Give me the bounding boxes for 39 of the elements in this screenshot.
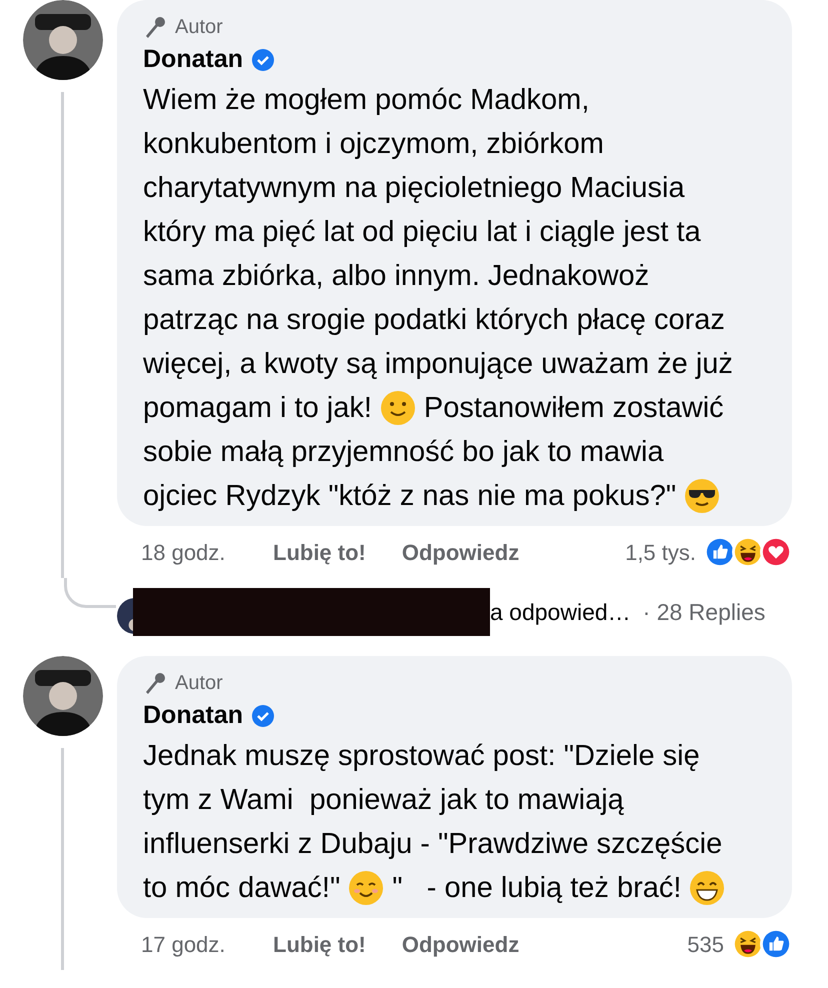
comment-text: tym z Wami ponieważ jak to mawiają	[143, 783, 624, 818]
avatar[interactable]	[22, 656, 102, 736]
like-button[interactable]: Lubię to!	[273, 928, 366, 960]
comment-text: Jednak muszę sprostować post: "Dziele się	[143, 739, 700, 774]
microphone-icon	[143, 671, 167, 695]
comment-text: który ma pięć lat od pięciu lat i ciągle jest ta	[143, 215, 701, 250]
thread-connector	[64, 578, 116, 608]
comment-text: patrząc na srogie podatki których płacę coraz	[143, 303, 725, 338]
comment-text: to móc dawać!"	[143, 871, 340, 906]
comment-text: konkubentom i ojczymom, zbiórkom	[143, 127, 604, 162]
reaction-count: 1,5 tys.	[625, 538, 696, 567]
comment-text: więcej, a kwoty są imponujące uważam że już	[143, 347, 733, 382]
avatar[interactable]	[22, 0, 102, 80]
comment-time: 17 godz.	[141, 930, 226, 959]
blush-emoji-icon	[348, 870, 384, 906]
like-button[interactable]: Lubię to!	[273, 536, 366, 568]
comment-text: ojciec Rydzyk "któż z nas nie ma pokus?"	[143, 479, 676, 514]
author-label: Autor	[175, 671, 223, 696]
replies-count[interactable]: · 28 Replies	[642, 594, 766, 630]
grin-emoji-icon	[689, 870, 726, 906]
author-name[interactable]: Donatan	[143, 697, 243, 735]
reply-button[interactable]: Odpowiedz	[402, 536, 520, 568]
smile-emoji-icon	[380, 390, 416, 426]
comment-text: sama zbiórka, albo innym. Jednakowoż	[143, 259, 650, 294]
comment-text: " - one lubią też brać!	[392, 871, 682, 906]
comment-text: sobie małą przyjemność bo jak to mawia	[143, 435, 664, 470]
reply-preview-text[interactable]: a odpowied…	[490, 594, 631, 630]
comment-text: influenserki z Dubaju - "Prawdziwe szczęście	[143, 827, 722, 862]
comment-text: pomagam i to jak!	[143, 391, 372, 426]
comment-time: 18 godz.	[141, 538, 226, 567]
microphone-icon	[143, 15, 167, 39]
reply-button[interactable]: Odpowiedz	[402, 928, 520, 960]
comment-text: charytatywnym na pięcioletniego Maciusia	[143, 171, 685, 206]
author-name[interactable]: Donatan	[143, 41, 243, 79]
comment-text: Postanowiłem zostawić	[424, 391, 724, 426]
cool-emoji-icon	[684, 478, 720, 514]
author-label: Autor	[175, 15, 223, 40]
reaction-count: 535	[687, 930, 724, 958]
comment-text: Wiem że mogłem pomóc Madkom,	[143, 83, 590, 118]
